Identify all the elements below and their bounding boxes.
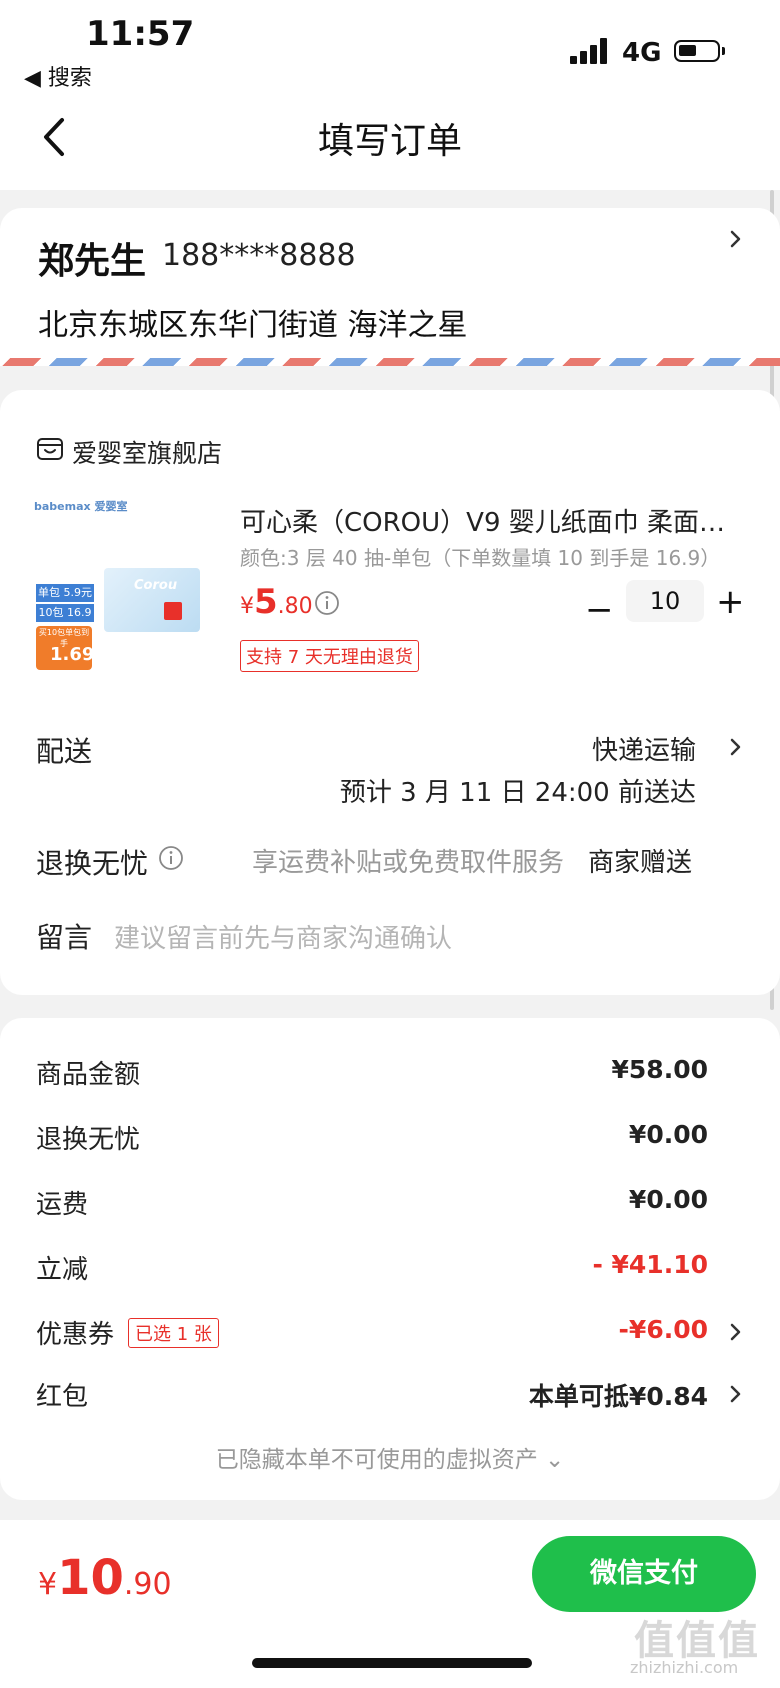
worry-free-label: 退换无忧 — [36, 847, 149, 880]
order-card: 爱婴室旗舰店 babemax 爱婴室 Corou 单包 5.9元 10包 16.… — [0, 390, 780, 995]
message-label: 留言 — [36, 921, 93, 954]
discount-label: 立减 — [36, 1255, 89, 1285]
redpacket-value[interactable]: 本单可抵¥0.84 — [529, 1377, 708, 1413]
chevron-right-icon[interactable] — [724, 1317, 746, 1347]
quantity-increase-button[interactable]: + — [716, 582, 745, 622]
delivery-eta: 预计 3 月 11 日 24:00 前送达 — [339, 778, 696, 808]
unit-price: ¥5.80 — [240, 582, 313, 622]
home-indicator[interactable] — [252, 1658, 532, 1668]
address-card[interactable]: 郑先生 188****8888 北京东城区东华门街道 海洋之星 — [0, 208, 780, 366]
discount-value: - ¥41.10 — [592, 1250, 708, 1279]
message-input[interactable]: 建议留言前先与商家沟通确认 — [114, 918, 452, 955]
battery-icon — [674, 40, 725, 62]
chevron-right-icon[interactable] — [724, 732, 746, 762]
quantity-decrease-button[interactable]: − — [585, 590, 614, 630]
return-policy-tag: 支持 7 天无理由退货 — [240, 640, 419, 672]
store-name[interactable]: 爱婴室旗舰店 — [72, 434, 222, 470]
thumb-ten-price: 10包 16.9元 — [36, 604, 94, 637]
worry-fee-label: 退换无忧 — [36, 1125, 141, 1155]
worry-fee-value: ¥0.00 — [628, 1120, 708, 1149]
airmail-stripe — [0, 358, 780, 366]
wechat-pay-button[interactable]: 微信支付 — [532, 1536, 756, 1612]
price-summary-card: 商品金额 ¥58.00 退换无忧 ¥0.00 运费 ¥0.00 立减 - ¥41… — [0, 1018, 780, 1500]
coupon-selected-badge: 已选 1 张 — [128, 1318, 219, 1348]
redpacket-label: 红包 — [36, 1382, 89, 1412]
worry-free-info-icon[interactable] — [158, 845, 184, 871]
chevron-right-icon[interactable] — [724, 1379, 746, 1409]
network-type: 4G — [622, 38, 662, 68]
goods-amount-value: ¥58.00 — [611, 1055, 708, 1084]
recipient-name: 郑先生 — [38, 241, 147, 282]
address-line: 北京东城区东华门街道 海洋之星 — [38, 308, 468, 343]
price-info-icon[interactable] — [314, 590, 340, 616]
product-thumbnail[interactable]: babemax 爱婴室 Corou 单包 5.9元 10包 16.9元 买10包… — [34, 498, 204, 698]
total-price: ¥10.90 — [38, 1550, 172, 1606]
worry-free-value: 商家赠送 — [587, 848, 692, 878]
goods-amount-label: 商品金额 — [36, 1060, 141, 1090]
thumb-promo-badge: 买10包单包到手 1.69 — [36, 626, 94, 670]
status-time: 11:57 — [86, 14, 195, 54]
chevron-right-icon — [724, 224, 746, 254]
shipping-value: ¥0.00 — [628, 1185, 708, 1214]
worry-free-desc: 享运费补贴或免费取件服务 — [252, 848, 565, 878]
thumb-single-price: 单包 5.9元 — [36, 584, 94, 602]
coupon-label: 优惠券 — [36, 1320, 115, 1350]
signal-icon — [570, 38, 608, 64]
shipping-label: 运费 — [36, 1190, 89, 1220]
quantity-input[interactable]: 10 — [626, 580, 704, 622]
delivery-label: 配送 — [36, 735, 93, 768]
checkout-bar: ¥10.90 微信支付 值值值 zhizhizhi.com — [0, 1520, 780, 1688]
product-title[interactable]: 可心柔（COROU）V9 婴儿纸面巾 柔面… — [240, 502, 730, 539]
product-box-image: Corou — [104, 568, 200, 632]
coupon-value[interactable]: -¥6.00 — [619, 1315, 708, 1344]
store-icon — [36, 436, 64, 462]
back-to-search-link[interactable]: ◀ 搜索 — [24, 60, 92, 92]
thumb-brand: babemax 爱婴室 — [34, 500, 128, 513]
delivery-method[interactable]: 快递运输 — [592, 730, 696, 767]
recipient-phone: 188****8888 — [162, 238, 356, 273]
watermark-url: zhizhizhi.com — [630, 1658, 739, 1677]
product-spec[interactable]: 颜色:3 层 40 抽-单包（下单数量填 10 到手是 16.9） — [240, 542, 740, 571]
hidden-assets-toggle[interactable]: 已隐藏本单不可使用的虚拟资产 ⌄ — [0, 1440, 780, 1474]
page-title: 填写订单 — [317, 121, 462, 162]
